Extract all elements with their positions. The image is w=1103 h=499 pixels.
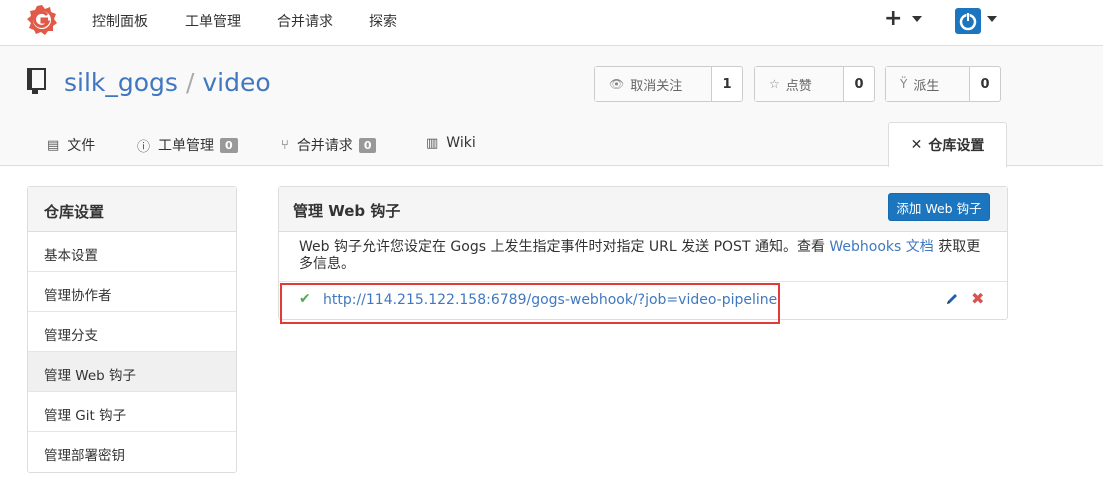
- fork-label: 派生: [913, 78, 940, 94]
- nav-dashboard-link[interactable]: 控制面板: [92, 11, 148, 31]
- fork-count[interactable]: 0: [970, 67, 1000, 101]
- fork-button-group: Ÿ 派生 0: [885, 66, 1001, 102]
- panel-title: 管理 Web 钩子: [293, 202, 401, 220]
- sidebar-title: 仓库设置: [28, 187, 236, 232]
- pull-request-icon: ⑂: [281, 137, 289, 153]
- tab-files[interactable]: ▤ 文件: [47, 135, 95, 155]
- sidebar-item-options[interactable]: 基本设置: [28, 232, 236, 272]
- add-webhook-button[interactable]: 添加 Web 钩子: [888, 193, 990, 221]
- repo-title-separator: /: [185, 68, 195, 97]
- power-icon: [959, 12, 977, 31]
- fork-button[interactable]: Ÿ 派生: [886, 67, 970, 101]
- create-new-caret-icon[interactable]: [912, 16, 922, 22]
- delete-x-icon[interactable]: ✖: [971, 289, 984, 308]
- watch-button-group: 👁 取消关注 1: [594, 66, 743, 102]
- settings-sidebar: 仓库设置 基本设置 管理协作者 管理分支 管理 Web 钩子 管理 Git 钩子…: [27, 186, 237, 473]
- wiki-book-icon: ▥: [426, 135, 439, 151]
- star-label: 点赞: [785, 78, 812, 94]
- pencil-edit-icon[interactable]: [945, 292, 959, 306]
- webhooks-panel-header: 管理 Web 钩子 添加 Web 钩子: [279, 187, 1007, 232]
- star-icon: ☆: [769, 77, 780, 91]
- sidebar-item-webhooks[interactable]: 管理 Web 钩子: [28, 352, 236, 392]
- repo-name-link[interactable]: video: [202, 68, 270, 97]
- fork-icon: Ÿ: [900, 77, 908, 91]
- user-avatar[interactable]: [955, 8, 981, 34]
- top-navbar: 控制面板 工单管理 合并请求 探索 +: [0, 0, 1103, 46]
- pulls-count-badge: 0: [358, 137, 377, 153]
- star-button[interactable]: ☆ 点赞: [755, 67, 844, 101]
- webhook-url-link[interactable]: http://114.215.122.158:6789/gogs-webhook…: [323, 292, 777, 308]
- eye-icon: 👁: [609, 77, 625, 91]
- sidebar-item-deploy-keys[interactable]: 管理部署密钥: [28, 432, 236, 472]
- watch-count[interactable]: 1: [712, 67, 742, 101]
- nav-explore-link[interactable]: 探索: [369, 11, 397, 31]
- star-count[interactable]: 0: [844, 67, 874, 101]
- nav-pulls-link[interactable]: 合并请求: [277, 11, 333, 31]
- repo-owner-link[interactable]: silk_gogs: [64, 68, 178, 97]
- star-button-group: ☆ 点赞 0: [754, 66, 875, 102]
- repo-book-icon: [27, 68, 46, 94]
- gogs-logo-icon[interactable]: [26, 4, 58, 36]
- tab-wiki[interactable]: ▥ Wiki: [426, 135, 476, 151]
- tab-wiki-label: Wiki: [446, 135, 476, 151]
- unwatch-button[interactable]: 👁 取消关注: [595, 67, 712, 101]
- create-new-plus-icon[interactable]: +: [884, 6, 902, 31]
- tab-issues[interactable]: ⓘ 工单管理 0: [137, 135, 238, 155]
- sidebar-item-git-hooks[interactable]: 管理 Git 钩子: [28, 392, 236, 432]
- tools-icon: ✕: [910, 137, 923, 153]
- description-text-start: Web 钩子允许您设定在 Gogs 上发生指定事件时对指定 URL 发送 POS…: [299, 239, 830, 255]
- unwatch-label: 取消关注: [630, 78, 683, 94]
- issue-icon: ⓘ: [137, 139, 151, 155]
- webhook-list-item: ✔ http://114.215.122.158:6789/gogs-webho…: [279, 281, 1007, 319]
- sidebar-item-collaborators[interactable]: 管理协作者: [28, 272, 236, 312]
- tab-issues-label: 工单管理: [158, 138, 215, 154]
- webhooks-docs-link[interactable]: Webhooks 文档: [829, 239, 933, 255]
- nav-issues-link[interactable]: 工单管理: [185, 11, 241, 31]
- tab-files-label: 文件: [67, 138, 96, 154]
- tab-pulls-label: 合并请求: [296, 138, 353, 154]
- sidebar-item-branches[interactable]: 管理分支: [28, 312, 236, 352]
- file-icon: ▤: [47, 137, 60, 153]
- user-menu-caret-icon[interactable]: [987, 16, 997, 22]
- tab-settings[interactable]: ✕ 仓库设置: [888, 122, 1007, 167]
- tab-settings-label: 仓库设置: [928, 138, 985, 154]
- repo-title: silk_gogs / video: [64, 68, 271, 97]
- webhooks-panel: 管理 Web 钩子 添加 Web 钩子 Web 钩子允许您设定在 Gogs 上发…: [278, 186, 1008, 320]
- check-icon: ✔: [299, 291, 311, 307]
- issues-count-badge: 0: [220, 137, 238, 153]
- tab-pulls[interactable]: ⑂ 合并请求 0: [281, 135, 377, 155]
- webhooks-description: Web 钩子允许您设定在 Gogs 上发生指定事件时对指定 URL 发送 POS…: [299, 239, 989, 273]
